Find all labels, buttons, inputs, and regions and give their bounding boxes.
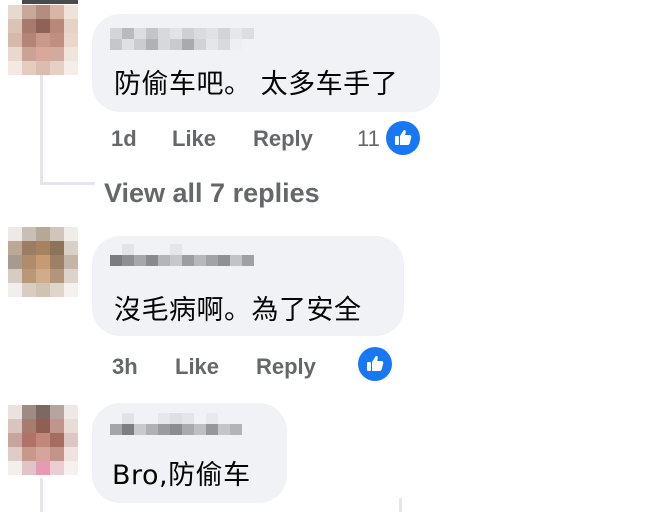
comment-timestamp[interactable]: 3h — [112, 354, 138, 380]
comment-text: 沒毛病啊。為了安全 — [114, 295, 362, 326]
view-all-replies-link[interactable]: View all 7 replies — [104, 178, 320, 209]
commenter-name-redacted[interactable] — [110, 28, 254, 50]
thread-line — [399, 498, 402, 512]
comment-bubble: Bro,防偷车 — [92, 403, 287, 503]
commenter-name-redacted[interactable] — [110, 244, 254, 266]
thread-line — [40, 72, 43, 184]
reply-button[interactable]: Reply — [256, 354, 316, 380]
like-button[interactable]: Like — [172, 126, 216, 152]
comment-timestamp[interactable]: 1d — [111, 126, 137, 152]
thread-line — [40, 182, 95, 185]
comment-text: 防偷车吧。 太多车手了 — [114, 69, 399, 100]
thumbs-up-icon[interactable] — [358, 347, 392, 381]
thread-line — [40, 478, 43, 512]
comment-bubble: 防偷车吧。 太多车手了 — [92, 14, 440, 112]
previous-comment-edge — [22, 0, 78, 4]
avatar[interactable] — [8, 5, 78, 75]
comment-text: Bro,防偷车 — [112, 460, 251, 491]
avatar[interactable] — [8, 227, 78, 297]
comment-bubble: 沒毛病啊。為了安全 — [92, 236, 404, 336]
commenter-name-redacted[interactable] — [110, 413, 254, 435]
thumbs-up-icon[interactable] — [386, 121, 420, 155]
reaction-count[interactable]: 11 — [357, 126, 380, 152]
like-button[interactable]: Like — [175, 354, 219, 380]
reply-button[interactable]: Reply — [253, 126, 313, 152]
avatar[interactable] — [8, 405, 78, 475]
